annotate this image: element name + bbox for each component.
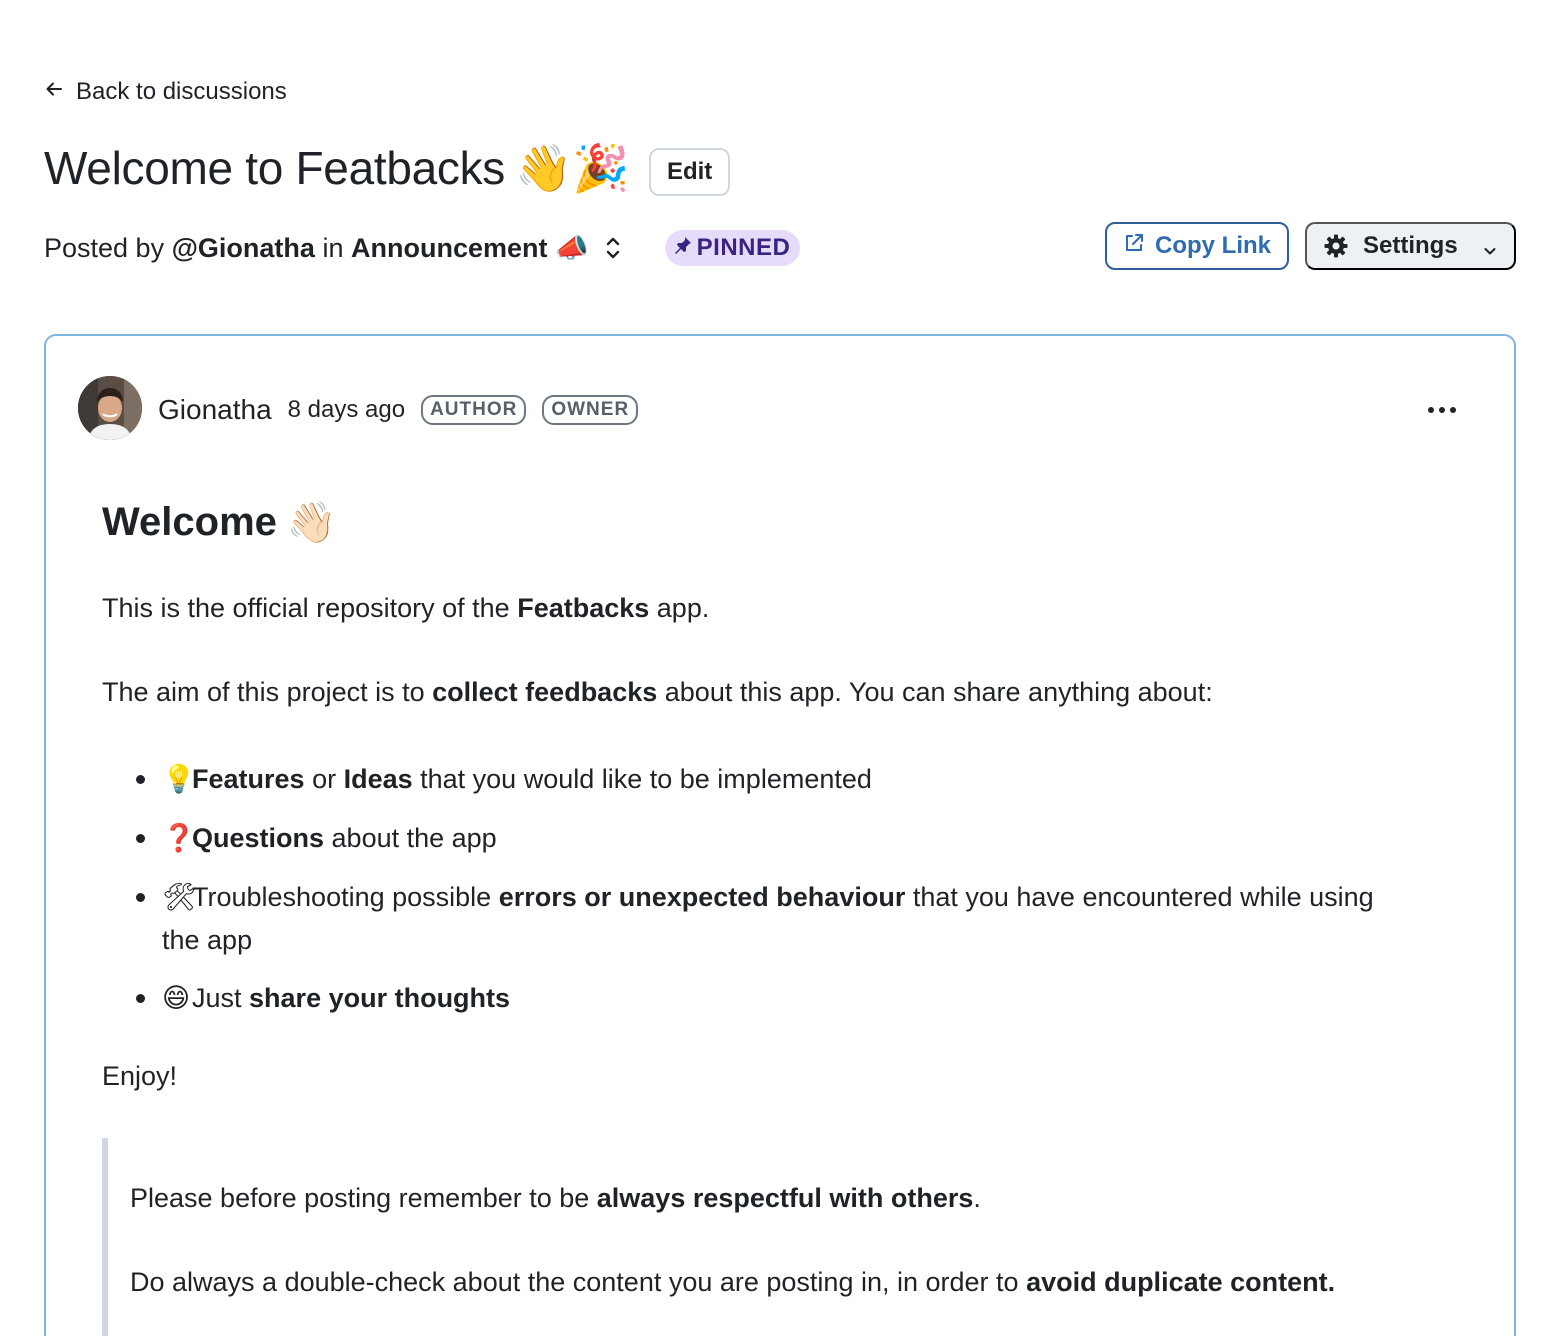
list-item: 💡Features or Ideas that you would like t…	[102, 758, 1392, 801]
post-card: Gionatha 8 days ago AUTHOR OWNER Welcome…	[44, 334, 1516, 1336]
post-heading: Welcome 👋🏻	[102, 496, 1442, 548]
external-link-icon	[1123, 232, 1145, 261]
post-timestamp: 8 days ago	[287, 396, 406, 423]
back-to-discussions-link[interactable]: Back to discussions	[44, 78, 287, 106]
discussion-meta: Posted by @Gionatha in Announcement 📣 PI…	[44, 224, 801, 272]
owner-badge: OWNER	[542, 395, 639, 425]
list-item: ❓Questions about the app	[102, 817, 1392, 860]
title-row: Welcome to Featbacks 👋🎉 Edit	[44, 140, 731, 196]
chevron-down-icon	[1482, 238, 1498, 255]
list-item: 🛠Troubleshooting possible errors or unex…	[102, 876, 1392, 961]
settings-label: Settings	[1363, 232, 1458, 259]
list-item: 😄Just share your thoughts	[102, 977, 1392, 1020]
category-link[interactable]: Announcement	[351, 233, 548, 264]
in-label: in	[322, 232, 344, 263]
copy-link-button[interactable]: Copy Link	[1105, 222, 1289, 270]
posted-by-label: Posted by	[44, 232, 165, 263]
title-emoji: 👋🎉	[515, 140, 629, 195]
copy-link-label: Copy Link	[1154, 232, 1271, 259]
lightbulb-icon: 💡	[162, 764, 196, 795]
gear-icon	[1323, 233, 1349, 259]
pinned-badge: PINNED	[664, 230, 801, 266]
grin-icon: 😄	[162, 983, 191, 1014]
respect-paragraph: Please before posting remember to be alw…	[130, 1183, 981, 1213]
arrow-left-icon	[44, 78, 64, 106]
enjoy-paragraph: Enjoy!	[102, 1061, 178, 1091]
guidelines-quote: Please before posting remember to be alw…	[102, 1138, 1462, 1336]
aim-paragraph: The aim of this project is to collect fe…	[102, 677, 1213, 707]
author-badge: AUTHOR	[421, 395, 527, 425]
wave-emoji: 👋🏻	[286, 499, 337, 546]
pinned-label: PINNED	[696, 234, 791, 261]
author-avatar[interactable]	[78, 376, 142, 440]
post-more-options-icon[interactable]	[1418, 394, 1466, 426]
discussion-title: Welcome to Featbacks 👋🎉	[44, 141, 629, 196]
post-body: Welcome 👋🏻 This is the official reposito…	[102, 496, 1442, 1336]
tools-icon: 🛠	[162, 882, 197, 913]
back-label: Back to discussions	[76, 78, 287, 105]
category-emoji: 📣	[555, 233, 589, 264]
post-author-name[interactable]: Gionatha	[158, 394, 272, 426]
discussion-title-text: Welcome to Featbacks	[44, 142, 506, 194]
post-header: Gionatha 8 days ago AUTHOR OWNER	[158, 390, 654, 430]
duplicate-paragraph: Do always a double-check about the conte…	[130, 1267, 1336, 1297]
post-heading-text: Welcome	[102, 499, 277, 544]
topics-list: 💡Features or Ideas that you would like t…	[102, 758, 1392, 1036]
question-mark-icon: ❓	[162, 823, 196, 854]
intro-paragraph: This is the official repository of the F…	[102, 593, 710, 623]
author-handle-link[interactable]: @Gionatha	[172, 233, 315, 264]
category-switch-icon[interactable]	[601, 233, 625, 263]
settings-dropdown-button[interactable]: Settings	[1305, 222, 1516, 270]
pin-icon	[673, 234, 693, 262]
edit-title-button[interactable]: Edit	[648, 148, 731, 196]
